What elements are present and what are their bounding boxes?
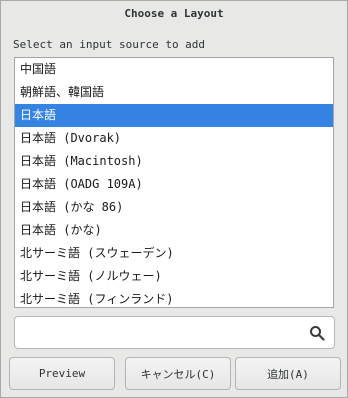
add-button[interactable]: 追加(A) <box>235 357 341 390</box>
list-item[interactable]: 日本語 (かな) <box>15 219 333 242</box>
list-item[interactable]: 日本語 (Dvorak) <box>15 127 333 150</box>
list-item[interactable]: 日本語 <box>15 104 333 127</box>
window-title: Choose a Layout <box>1 1 347 25</box>
list-item[interactable]: 北サーミ語 (スウェーデン) <box>15 242 333 265</box>
preview-button[interactable]: Preview <box>9 357 115 390</box>
list-item[interactable]: 北サーミ語 (ノルウェー) <box>15 265 333 288</box>
choose-layout-dialog: Choose a Layout Select an input source t… <box>0 0 348 398</box>
list-item[interactable]: 北サーミ語 (フィンランド) <box>15 288 333 307</box>
search-input[interactable] <box>23 323 297 345</box>
list-item[interactable]: 日本語 (OADG 109A) <box>15 173 333 196</box>
cancel-button[interactable]: キャンセル(C) <box>125 357 231 390</box>
list-item[interactable]: 日本語 (Macintosh) <box>15 150 333 173</box>
input-source-list[interactable]: 中国語 朝鮮語、韓国語 日本語 日本語 (Dvorak) 日本語 (Macintosh)… <box>14 57 334 308</box>
list-item[interactable]: 中国語 <box>15 58 333 81</box>
search-icon <box>310 326 325 341</box>
list-item[interactable]: 日本語 (かな 86) <box>15 196 333 219</box>
list-item[interactable]: 朝鮮語、韓国語 <box>15 81 333 104</box>
search-field[interactable] <box>14 316 335 349</box>
prompt-label: Select an input source to add <box>13 38 206 51</box>
